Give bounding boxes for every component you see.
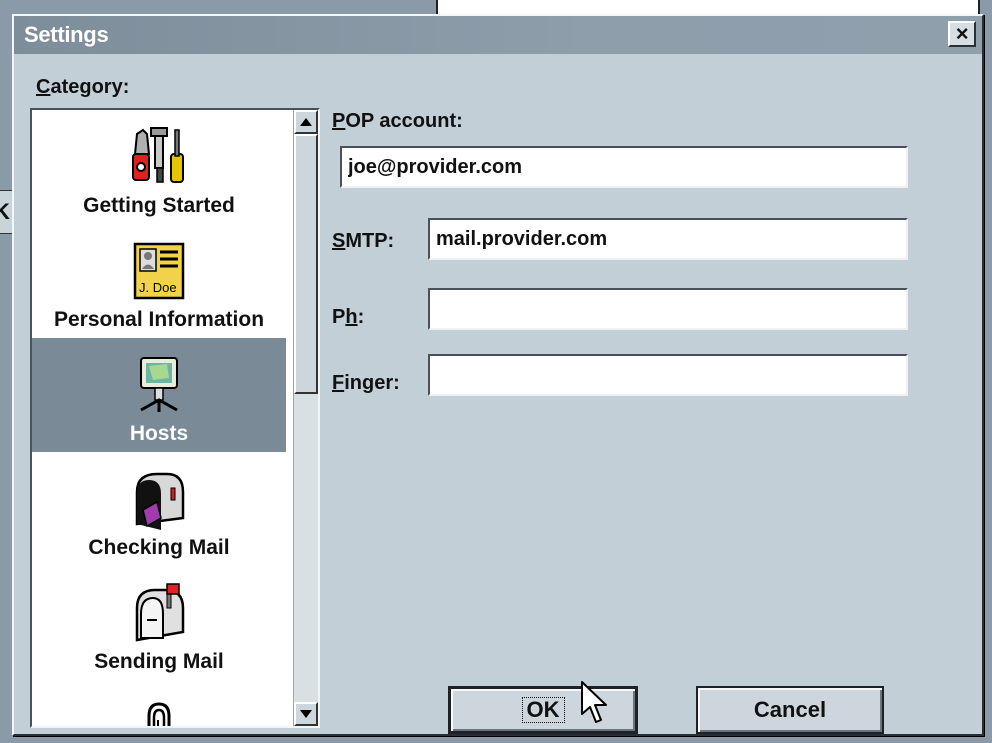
smtp-input[interactable] <box>428 218 908 260</box>
arrow-up-icon <box>300 118 312 126</box>
category-item-label: Hosts <box>129 422 189 445</box>
scroll-up-button[interactable] <box>294 110 318 134</box>
smtp-label: SMTP: <box>332 230 394 253</box>
mailbox-open-icon <box>135 472 185 530</box>
ph-label-text: : <box>357 306 365 328</box>
finger-label-accel: F <box>332 372 345 394</box>
background-window <box>436 0 980 14</box>
cancel-button-label: Cancel <box>753 697 827 722</box>
finger-input[interactable] <box>428 354 908 396</box>
ph-label-accel: h <box>345 306 358 328</box>
category-item-sending-mail[interactable]: Sending Mail <box>32 566 286 680</box>
dialog-titlebar[interactable]: Settings × <box>14 16 982 54</box>
computer-host-icon <box>140 357 178 412</box>
tools-icon <box>132 127 184 183</box>
category-item-attachments[interactable] <box>32 680 286 726</box>
ph-input[interactable] <box>428 288 908 330</box>
mailbox-flag-icon <box>135 583 185 642</box>
cancel-button[interactable]: Cancel <box>696 686 884 734</box>
background-fragment-text: K <box>0 199 10 224</box>
category-scrollbar[interactable] <box>293 110 318 726</box>
arrow-down-icon <box>300 710 312 718</box>
settings-dialog: Settings × Category: Getting Started J. … <box>12 14 984 736</box>
scroll-down-button[interactable] <box>294 702 318 726</box>
scroll-thumb[interactable] <box>294 134 318 394</box>
smtp-label-text: MTP: <box>345 230 395 252</box>
finger-label-text: inger: <box>344 372 400 394</box>
ph-label-pre: P <box>332 306 346 328</box>
mouse-pointer-icon <box>581 681 607 723</box>
id-card-icon: J. Doe <box>133 242 185 300</box>
close-button[interactable]: × <box>948 21 976 47</box>
category-label-accel: C <box>36 76 51 98</box>
category-item-getting-started[interactable]: Getting Started <box>32 110 286 224</box>
category-label-text: ategory: <box>50 76 130 98</box>
pop-label-text: OP account: <box>345 110 463 132</box>
ok-button-label: OK <box>521 697 565 723</box>
paperclip-icon <box>147 702 171 726</box>
category-item-checking-mail[interactable]: Checking Mail <box>32 452 286 566</box>
category-label: Category: <box>36 76 129 99</box>
category-item-label: Getting Started <box>83 194 235 217</box>
category-item-label: Sending Mail <box>94 650 224 673</box>
category-list[interactable]: Getting Started J. Doe Personal Informat… <box>30 108 320 728</box>
finger-label: Finger: <box>332 372 400 395</box>
category-items: Getting Started J. Doe Personal Informat… <box>32 110 286 726</box>
close-icon: × <box>955 21 969 46</box>
pop-account-label: POP account: <box>332 110 463 133</box>
dialog-title: Settings <box>24 22 109 47</box>
pop-label-accel: P <box>332 110 346 132</box>
ph-label: Ph: <box>332 306 364 329</box>
id-card-text: J. Doe <box>139 280 177 295</box>
pop-account-input[interactable] <box>340 146 908 188</box>
category-item-hosts[interactable]: Hosts <box>32 338 286 452</box>
category-item-label: Checking Mail <box>88 536 230 559</box>
category-item-personal-information[interactable]: J. Doe Personal Information <box>32 224 286 338</box>
category-item-label: Personal Information <box>53 308 265 331</box>
smtp-label-accel: S <box>332 230 346 252</box>
